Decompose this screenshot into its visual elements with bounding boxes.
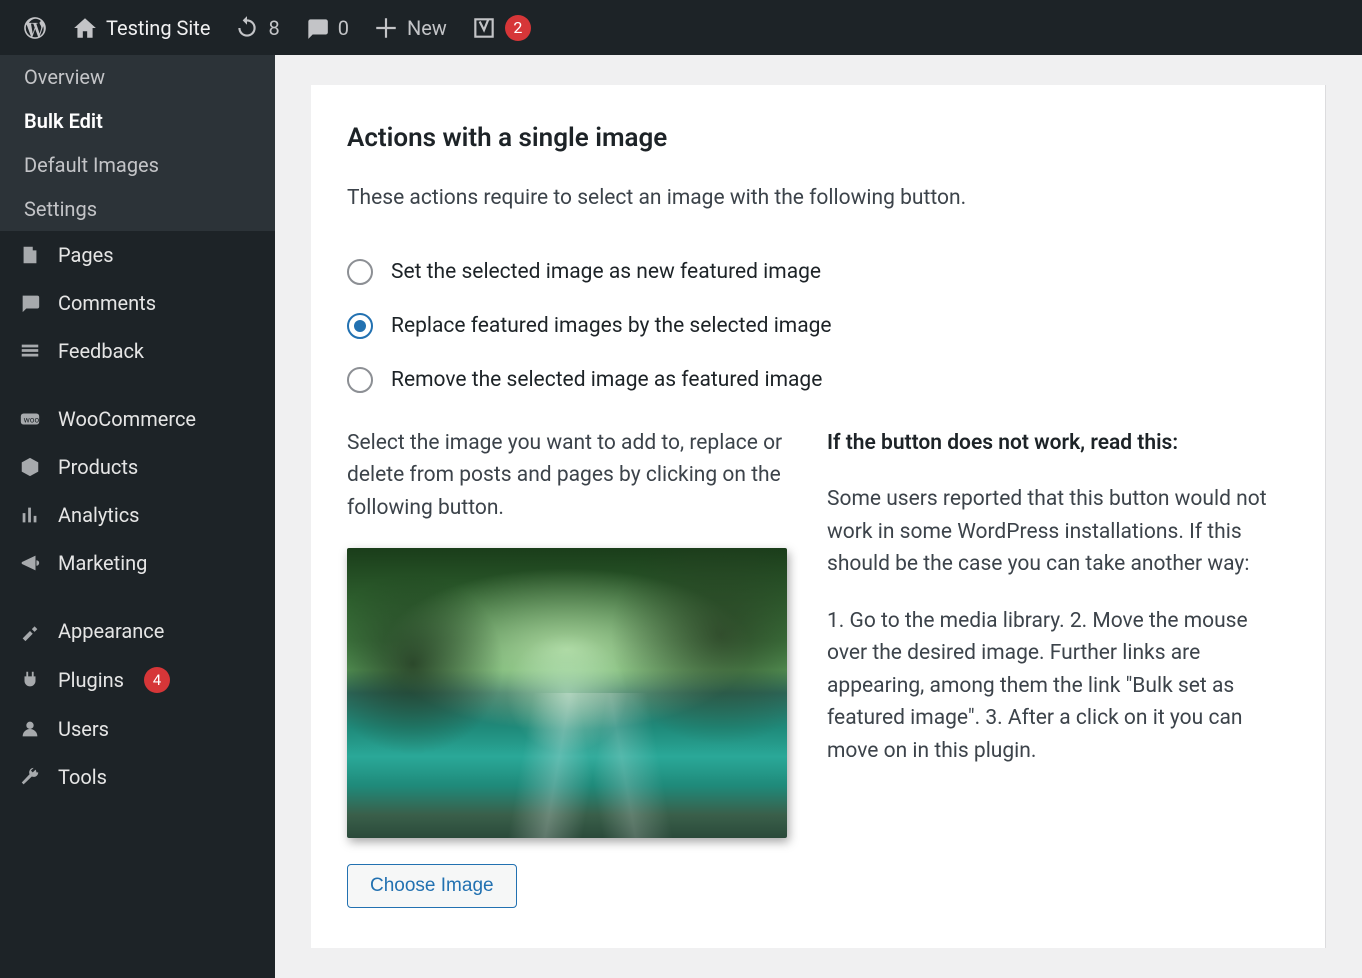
- submenu-settings[interactable]: Settings: [0, 187, 275, 231]
- appearance-icon: [18, 619, 42, 643]
- home-icon: [72, 15, 98, 41]
- radio-icon: [347, 367, 373, 393]
- sidebar-item-label: Pages: [58, 243, 114, 267]
- products-icon: [18, 455, 42, 479]
- updates-count: 8: [268, 16, 279, 40]
- right-column: If the button does not work, read this: …: [827, 427, 1289, 909]
- sidebar-item-plugins[interactable]: Plugins 4: [0, 655, 275, 705]
- yoast-icon: [471, 15, 497, 41]
- radio-option-replace[interactable]: Replace featured images by the selected …: [311, 299, 1325, 353]
- comments-link[interactable]: 0: [292, 0, 361, 55]
- choose-image-button[interactable]: Choose Image: [347, 864, 517, 908]
- submenu-bulk-edit[interactable]: Bulk Edit: [0, 99, 275, 143]
- yoast-link[interactable]: 2: [459, 0, 543, 55]
- sidebar-item-users[interactable]: Users: [0, 705, 275, 753]
- help-paragraph-2: 1. Go to the media library. 2. Move the …: [827, 605, 1289, 768]
- site-title: Testing Site: [106, 16, 210, 40]
- content-area: Actions with a single image These action…: [275, 55, 1362, 978]
- radio-icon: [347, 313, 373, 339]
- sidebar-item-label: Feedback: [58, 339, 144, 363]
- sidebar-item-label: Comments: [58, 291, 156, 315]
- radio-label: Set the selected image as new featured i…: [391, 260, 821, 284]
- wp-logo[interactable]: [10, 0, 60, 55]
- updates-link[interactable]: 8: [222, 0, 291, 55]
- comments-icon: [18, 291, 42, 315]
- sidebar-item-label: Tools: [58, 765, 107, 789]
- sidebar-item-label: Marketing: [58, 551, 147, 575]
- admin-sidebar: Overview Bulk Edit Default Images Settin…: [0, 55, 275, 978]
- plugins-count-badge: 4: [144, 667, 170, 693]
- sidebar-item-tools[interactable]: Tools: [0, 753, 275, 801]
- svg-text:woo: woo: [24, 416, 40, 426]
- update-icon: [234, 15, 260, 41]
- plus-icon: [373, 15, 399, 41]
- new-link[interactable]: New: [361, 0, 459, 55]
- comment-icon: [304, 15, 330, 41]
- panel-intro: These actions require to select an image…: [311, 183, 1325, 215]
- woocommerce-icon: woo: [18, 407, 42, 431]
- site-link[interactable]: Testing Site: [60, 0, 222, 55]
- tools-icon: [18, 765, 42, 789]
- select-image-text: Select the image you want to add to, rep…: [347, 427, 787, 525]
- sidebar-item-feedback[interactable]: Feedback: [0, 327, 275, 375]
- left-column: Select the image you want to add to, rep…: [347, 427, 787, 909]
- marketing-icon: [18, 551, 42, 575]
- sidebar-item-pages[interactable]: Pages: [0, 231, 275, 279]
- help-paragraph-1: Some users reported that this button wou…: [827, 483, 1289, 581]
- radio-option-set[interactable]: Set the selected image as new featured i…: [311, 245, 1325, 299]
- sidebar-item-products[interactable]: Products: [0, 443, 275, 491]
- sidebar-item-marketing[interactable]: Marketing: [0, 539, 275, 587]
- sidebar-item-analytics[interactable]: Analytics: [0, 491, 275, 539]
- comments-count: 0: [338, 16, 349, 40]
- submenu-default-images[interactable]: Default Images: [0, 143, 275, 187]
- new-label: New: [407, 16, 447, 40]
- sidebar-item-label: Products: [58, 455, 138, 479]
- radio-label: Remove the selected image as featured im…: [391, 368, 822, 392]
- radio-icon: [347, 259, 373, 285]
- sidebar-item-label: Analytics: [58, 503, 140, 527]
- submenu-overview[interactable]: Overview: [0, 55, 275, 99]
- panel-heading: Actions with a single image: [311, 123, 1325, 153]
- sidebar-item-label: Users: [58, 717, 109, 741]
- image-preview: [347, 548, 787, 838]
- sidebar-item-woocommerce[interactable]: woo WooCommerce: [0, 395, 275, 443]
- sidebar-item-label: Plugins: [58, 668, 124, 692]
- radio-label: Replace featured images by the selected …: [391, 314, 832, 338]
- plugins-icon: [18, 668, 42, 692]
- radio-option-remove[interactable]: Remove the selected image as featured im…: [311, 353, 1325, 407]
- pages-icon: [18, 243, 42, 267]
- users-icon: [18, 717, 42, 741]
- feedback-icon: [18, 339, 42, 363]
- sidebar-item-appearance[interactable]: Appearance: [0, 607, 275, 655]
- yoast-count-badge: 2: [505, 15, 531, 41]
- sidebar-item-label: WooCommerce: [58, 407, 196, 431]
- panel: Actions with a single image These action…: [311, 85, 1326, 948]
- sidebar-item-label: Appearance: [58, 619, 164, 643]
- adminbar: Testing Site 8 0 New 2: [0, 0, 1362, 55]
- sidebar-submenu: Overview Bulk Edit Default Images Settin…: [0, 55, 275, 231]
- wordpress-icon: [22, 15, 48, 41]
- sidebar-item-comments[interactable]: Comments: [0, 279, 275, 327]
- help-heading: If the button does not work, read this:: [827, 427, 1289, 460]
- analytics-icon: [18, 503, 42, 527]
